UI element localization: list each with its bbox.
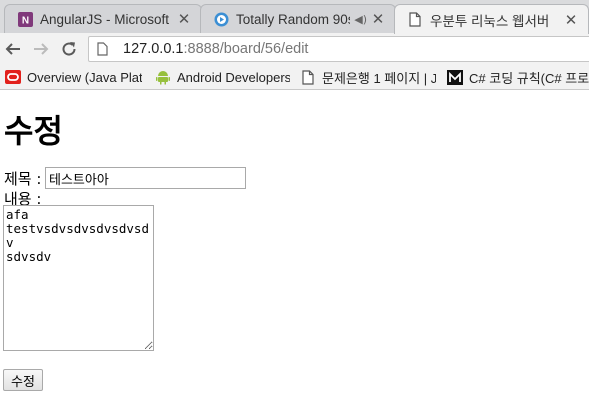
subject-label: 제목 :	[4, 170, 42, 188]
bookmark-label: 문제은행 1 페이지 | JU	[322, 70, 436, 86]
tab-strip: N AngularJS - Microsoft C ✕ Totally Rand…	[0, 0, 589, 34]
bookmark-android-developers[interactable]: Android Developers	[155, 68, 290, 86]
url-host: 127.0.0.1	[123, 41, 184, 57]
bookmark-label: C# 코딩 규칙(C# 프로	[469, 70, 589, 86]
audio-playing-icon[interactable]: ◀)	[354, 13, 367, 26]
submit-button[interactable]: 수정	[3, 369, 43, 391]
msdn-icon	[447, 69, 463, 85]
browser-toolbar: 127.0.0.1:8888/board/56/edit	[0, 33, 589, 65]
onenote-icon: N	[17, 11, 33, 27]
forward-button[interactable]	[29, 37, 53, 61]
page-icon	[407, 12, 423, 28]
tab-totally-random[interactable]: Totally Random 90s ◀) ✕	[200, 4, 396, 33]
reload-button[interactable]	[57, 37, 81, 61]
oracle-icon	[5, 69, 21, 85]
tab-title: AngularJS - Microsoft C	[40, 11, 173, 27]
content-textarea[interactable]: afa testvsdvsdvsdvsdvsdv sdvsdv	[3, 205, 154, 351]
bookmark-csharp-coding[interactable]: C# 코딩 규칙(C# 프로	[447, 68, 589, 86]
url-text: 127.0.0.1:8888/board/56/edit	[123, 41, 308, 57]
bookmarks-bar: Overview (Java Platf Android Developers …	[0, 65, 589, 90]
media-icon	[213, 11, 229, 27]
svg-text:N: N	[21, 15, 28, 26]
tab-angularjs[interactable]: N AngularJS - Microsoft C ✕	[4, 4, 202, 33]
back-arrow-icon	[5, 43, 20, 55]
page-title: 수정	[4, 112, 63, 150]
bookmark-java-overview[interactable]: Overview (Java Platf	[5, 68, 142, 86]
bookmark-label: Android Developers	[177, 69, 290, 85]
tab-title: Totally Random 90s	[236, 11, 351, 27]
tab-title: 우분투 리눅스 웹서버	[430, 13, 550, 29]
subject-input[interactable]	[45, 167, 246, 189]
page-info-icon[interactable]	[97, 42, 109, 56]
bookmark-label: Overview (Java Platf	[27, 69, 142, 85]
close-tab-icon[interactable]: ✕	[177, 10, 191, 28]
page-icon	[300, 69, 316, 85]
reload-icon	[62, 42, 76, 56]
page-content: 수정 제목 : 내용 : afa testvsdvsdvsdvsdvsdv sd…	[0, 90, 589, 416]
forward-arrow-icon	[34, 43, 49, 55]
url-path: :8888/board/56/edit	[183, 41, 309, 57]
close-tab-icon[interactable]: ✕	[564, 11, 578, 29]
address-bar[interactable]: 127.0.0.1:8888/board/56/edit	[88, 36, 589, 62]
tab-active-ubuntu[interactable]: 우분투 리눅스 웹서버 ✕	[394, 4, 589, 34]
close-tab-icon[interactable]: ✕	[371, 10, 385, 28]
android-icon	[155, 69, 171, 85]
back-button[interactable]	[1, 37, 25, 61]
bookmark-problem-bank[interactable]: 문제은행 1 페이지 | JU	[300, 68, 436, 86]
